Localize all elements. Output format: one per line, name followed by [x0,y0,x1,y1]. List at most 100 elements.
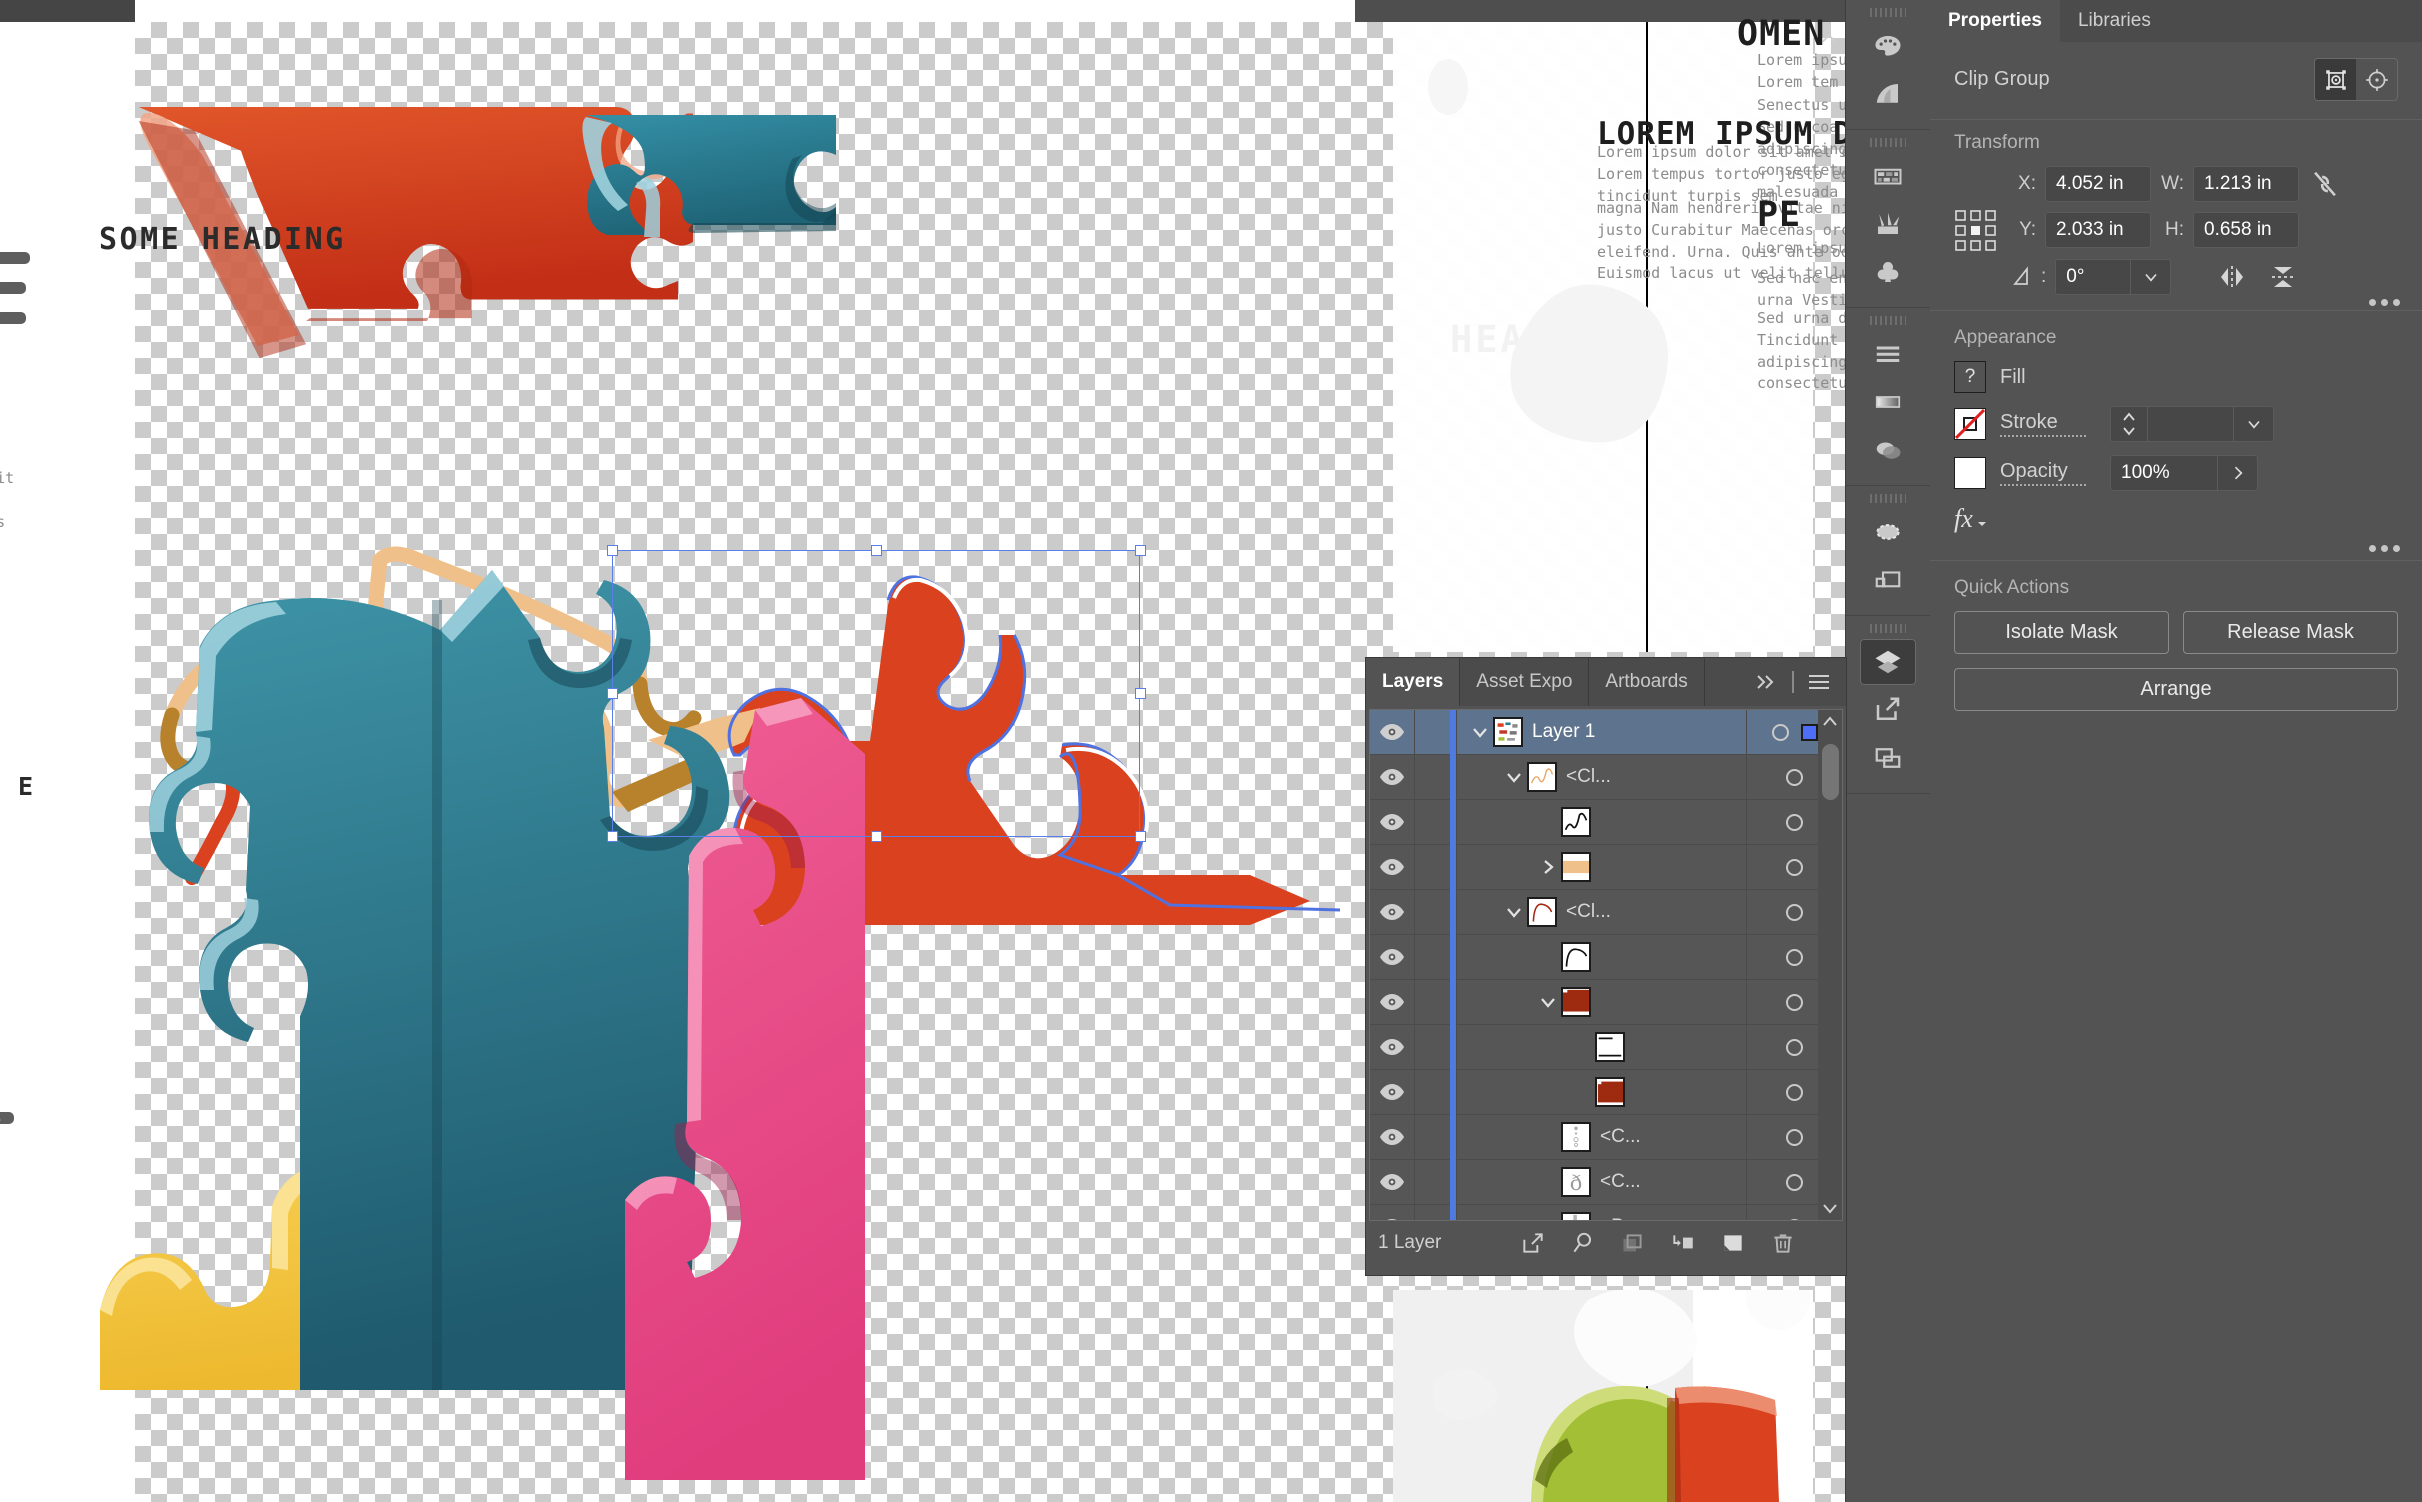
object-mode-buttons[interactable] [2314,58,2398,101]
layer-target-circle[interactable] [1786,814,1803,831]
isolate-mask-button[interactable]: Isolate Mask [1954,611,2169,654]
layer-name[interactable]: <Pa... [1600,1216,1650,1220]
flip-vertical-icon[interactable] [2262,258,2304,296]
layer-row[interactable] [1370,935,1842,980]
layers-panel[interactable]: Layers Asset Expo Artboards Layer 1<Cl..… [1366,658,1846,1275]
opacity-control[interactable]: 100% [2110,455,2258,491]
x-field[interactable]: 4.052 in [2045,166,2151,202]
rail-grip-icon-5[interactable] [1870,624,1906,633]
layer-thumbnail[interactable] [1527,897,1557,927]
lock-toggle[interactable] [1414,845,1450,890]
rail-grip-icon-3[interactable] [1870,316,1906,325]
layer-row[interactable]: <Cl... [1370,755,1842,800]
layer-name[interactable]: Layer 1 [1532,721,1595,743]
tab-properties[interactable]: Properties [1930,0,2060,42]
selection-handle-ml[interactable] [607,688,618,699]
layer-twisty-icon[interactable] [1535,993,1561,1011]
none-swatch[interactable] [1954,408,1986,440]
layer-row[interactable]: Layer 1 [1370,710,1842,755]
layer-row[interactable] [1370,1070,1842,1115]
tab-asset-export[interactable]: Asset Expo [1460,658,1589,706]
color-guide-icon[interactable] [1860,71,1916,117]
layer-row[interactable]: ð<C... [1370,1160,1842,1205]
visibility-toggle-eye-icon[interactable] [1370,947,1414,967]
layer-thumbnail[interactable] [1527,762,1557,792]
selection-handle-tl[interactable] [607,545,618,556]
visibility-toggle-eye-icon[interactable] [1370,857,1414,877]
w-field[interactable]: 1.213 in [2193,166,2299,202]
layer-row[interactable] [1370,1025,1842,1070]
visibility-toggle-eye-icon[interactable] [1370,812,1414,832]
lock-toggle[interactable] [1414,890,1450,935]
layer-target-circle[interactable] [1786,904,1803,921]
layer-twisty-icon[interactable] [1501,768,1527,786]
layer-target-circle[interactable] [1786,994,1803,1011]
lock-toggle[interactable] [1414,935,1450,980]
anchor-point-icon[interactable] [2356,59,2397,100]
lock-toggle[interactable] [1414,800,1450,845]
layer-thumbnail[interactable] [1561,1122,1591,1152]
layer-name[interactable]: <C... [1600,1171,1641,1193]
scroll-up-icon[interactable] [1818,710,1842,734]
panel-icon-rail[interactable] [1845,0,1930,1502]
tab-libraries[interactable]: Libraries [2060,0,2169,42]
layer-target-circle[interactable] [1786,769,1803,786]
locate-object-icon[interactable] [1558,1230,1608,1256]
selection-handle-br[interactable] [1135,831,1146,842]
pathfinder-shape-icon[interactable] [1860,509,1916,555]
lock-toggle[interactable] [1414,710,1450,755]
layer-target-circle[interactable] [1786,859,1803,876]
rail-grip-icon[interactable] [1870,8,1906,17]
layer-name[interactable]: <Cl... [1566,901,1611,923]
make-clipping-mask-icon[interactable] [1608,1230,1658,1256]
lock-toggle[interactable] [1414,980,1450,1025]
pathfinder-icon[interactable] [1860,557,1916,603]
layer-thumbnail[interactable] [1561,852,1591,882]
layer-target-circle[interactable] [1786,1084,1803,1101]
lock-toggle[interactable] [1414,1025,1450,1070]
tab-layers[interactable]: Layers [1366,658,1460,706]
artboards-icon[interactable] [1860,735,1916,781]
layer-row[interactable]: <Pa... [1370,1205,1842,1220]
layer-thumbnail[interactable] [1561,987,1591,1017]
gradient-icon[interactable] [1860,379,1916,425]
selection-bounding-box[interactable] [612,550,1140,837]
flip-horizontal-icon[interactable] [2211,258,2253,296]
reference-point-grid-icon[interactable] [1954,209,1998,253]
selection-handle-mr[interactable] [1135,688,1146,699]
fx-row[interactable]: fx [1954,504,2398,534]
layer-thumbnail[interactable] [1493,717,1523,747]
h-field[interactable]: 0.658 in [2193,212,2299,248]
create-sublayer-icon[interactable] [1658,1230,1708,1256]
layer-row[interactable] [1370,800,1842,845]
visibility-toggle-eye-icon[interactable] [1370,1127,1414,1147]
layer-target-circle[interactable] [1786,1219,1803,1221]
selection-handle-tc[interactable] [871,545,882,556]
layer-row[interactable] [1370,980,1842,1025]
stroke-weight-field[interactable] [2148,406,2234,442]
layer-thumbnail[interactable] [1595,1032,1625,1062]
y-field[interactable]: 2.033 in [2045,212,2151,248]
layer-thumbnail[interactable] [1561,942,1591,972]
opacity-row[interactable]: Opacity 100% [1954,455,2398,491]
layer-target-circle[interactable] [1786,1174,1803,1191]
visibility-toggle-eye-icon[interactable] [1370,722,1414,742]
layer-name[interactable]: <Cl... [1566,766,1611,788]
scroll-down-icon[interactable] [1818,1196,1842,1220]
layer-thumbnail[interactable] [1561,807,1591,837]
selection-handle-bl[interactable] [607,831,618,842]
question-mark-swatch[interactable]: ? [1954,361,1986,393]
visibility-toggle-eye-icon[interactable] [1370,1082,1414,1102]
lock-toggle[interactable] [1414,1205,1450,1221]
layer-row[interactable] [1370,845,1842,890]
transform-more-options-icon[interactable] [2369,299,2400,306]
arrange-button[interactable]: Arrange [1954,668,2398,711]
selection-handle-bc[interactable] [871,831,882,842]
lock-toggle[interactable] [1414,755,1450,800]
layer-target-circle[interactable] [1786,949,1803,966]
angle-dropdown-chevron-down-icon[interactable] [2131,259,2171,295]
layer-target-circle[interactable] [1786,1129,1803,1146]
stroke-weight-control[interactable] [2110,406,2274,442]
layers-list[interactable]: Layer 1 <Cl... <Cl... <C...ð<C... <Pa... [1370,710,1842,1220]
transparency-icon[interactable] [1860,427,1916,473]
